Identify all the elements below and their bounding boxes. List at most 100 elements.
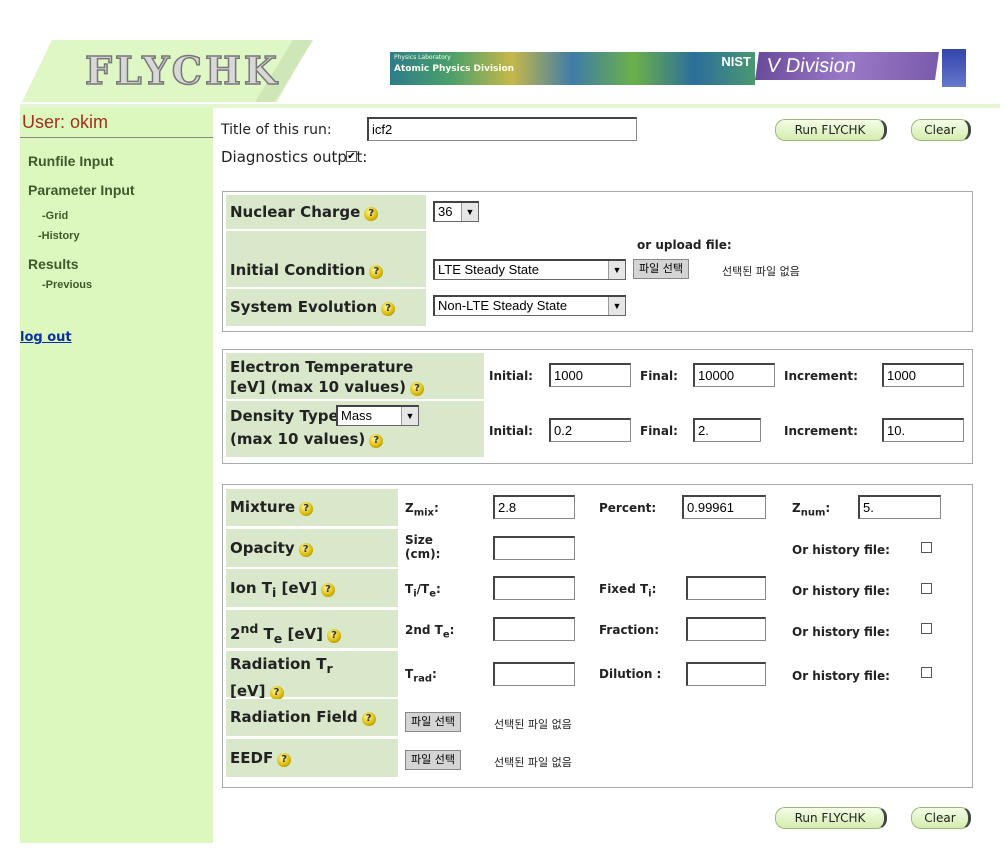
chevron-down-icon: ▼ <box>401 407 418 425</box>
help-icon[interactable]: ? <box>321 583 336 597</box>
density-increment-label: Increment: <box>784 424 858 438</box>
ion-history-label: Or history file: <box>792 584 890 598</box>
help-icon[interactable]: ? <box>277 753 292 767</box>
run-flychk-button[interactable]: Run FLYCHK <box>775 119 887 141</box>
percent-label: Percent: <box>599 501 657 515</box>
trad-input[interactable] <box>493 662 575 686</box>
help-icon[interactable]: ? <box>269 686 284 700</box>
clear-button[interactable]: Clear <box>911 119 971 141</box>
help-icon[interactable]: ? <box>364 207 379 221</box>
clear-button-bottom[interactable]: Clear <box>911 807 971 829</box>
sidebar: User: okim Runfile Input Parameter Input… <box>20 108 213 843</box>
density-initial-input[interactable] <box>549 418 631 442</box>
nuclear-charge-text: Nuclear Charge <box>230 203 361 221</box>
density-label-2: (max 10 values) <box>230 430 366 448</box>
te2-history-checkbox[interactable] <box>921 623 932 634</box>
trad-label: Trad: <box>405 667 437 685</box>
system-evolution-select[interactable]: Non-LTE Steady State ▼ <box>433 295 626 316</box>
density-final-input[interactable] <box>693 418 761 442</box>
system-evolution-text: System Evolution <box>230 298 378 316</box>
ti-te-label: Ti/Te: <box>405 582 441 600</box>
zmix-input[interactable] <box>493 495 575 519</box>
opacity-history-checkbox[interactable] <box>921 542 932 553</box>
sidebar-item-grid[interactable]: -Grid <box>42 210 68 222</box>
v-division-banner[interactable]: V Division <box>755 52 939 80</box>
nuclear-charge-select[interactable]: 36 ▼ <box>433 201 479 222</box>
density-increment-input[interactable] <box>882 418 964 442</box>
radiation-history-checkbox[interactable] <box>921 667 932 678</box>
temp-label-2: [eV] (max 10 values) <box>230 378 406 396</box>
initial-file-button[interactable]: 파일 선택 <box>633 259 689 279</box>
user-label: User: okim <box>20 112 213 138</box>
zmix-label: Zmix: <box>405 501 439 519</box>
temp-final-input[interactable] <box>693 363 775 387</box>
temp-increment-input[interactable] <box>882 363 964 387</box>
fraction-label: Fraction: <box>599 623 659 637</box>
density-type-value: Mass <box>341 408 373 423</box>
banner-division: Atomic Physics Division <box>394 64 515 74</box>
opacity-label: Opacity? <box>226 529 398 567</box>
initial-condition-label: Initial Condition? <box>226 231 426 287</box>
density-type-select[interactable]: Mass ▼ <box>336 405 419 426</box>
help-icon[interactable]: ? <box>410 382 424 396</box>
temp-initial-label: Initial: <box>489 369 533 383</box>
help-icon[interactable]: ? <box>326 629 341 643</box>
logout-link[interactable]: log out <box>20 330 72 345</box>
chevron-down-icon: ▼ <box>608 297 625 315</box>
radiation-field-label: Radiation Field? <box>226 699 398 736</box>
density-label-1: Density Type <box>230 407 339 425</box>
eedf-label: EEDF? <box>226 739 398 777</box>
znum-input[interactable] <box>858 495 941 519</box>
chevron-down-icon: ▼ <box>608 261 625 279</box>
sidebar-item-runfile-input[interactable]: Runfile Input <box>28 153 114 169</box>
lab-logo-icon <box>942 49 966 87</box>
density-final-label: Final: <box>640 424 678 438</box>
radiation-field-file-status: 선택된 파일 없음 <box>494 718 572 731</box>
system-evolution-label: System Evolution? <box>226 289 426 326</box>
percent-input[interactable] <box>682 495 766 519</box>
eedf-file-button[interactable]: 파일 선택 <box>405 750 461 770</box>
fixed-ti-label: Fixed Ti: <box>599 582 657 600</box>
radiation-field-file-button[interactable]: 파일 선택 <box>405 712 461 732</box>
diagnostics-checkbox[interactable]: ✔ <box>346 151 357 162</box>
ion-history-checkbox[interactable] <box>921 583 932 594</box>
help-icon[interactable]: ? <box>381 302 396 316</box>
help-icon[interactable]: ? <box>299 502 314 516</box>
second-te-label: 2nd Te [eV]? <box>226 610 398 648</box>
temp-label-1: Electron Temperature <box>230 358 414 376</box>
sidebar-item-history[interactable]: -History <box>38 230 80 242</box>
fraction-input[interactable] <box>686 617 766 641</box>
mixture-label: Mixture? <box>226 489 398 526</box>
opacity-history-label: Or history file: <box>792 543 890 557</box>
help-icon[interactable]: ? <box>369 265 384 279</box>
title-input[interactable] <box>367 117 637 141</box>
sidebar-item-results[interactable]: Results <box>28 256 79 272</box>
znum-label: Znum: <box>792 501 831 519</box>
help-icon[interactable]: ? <box>361 712 376 726</box>
nuclear-charge-value: 36 <box>438 204 453 219</box>
size-label: Size (cm): <box>405 533 441 561</box>
system-evolution-value: Non-LTE Steady State <box>438 298 568 313</box>
dilution-label: Dilution : <box>599 667 662 681</box>
fixed-ti-input[interactable] <box>686 576 766 600</box>
upload-label: or upload file: <box>637 238 732 252</box>
second-te-input[interactable] <box>493 617 575 641</box>
chevron-down-icon: ▼ <box>461 203 478 221</box>
sidebar-item-parameter-input[interactable]: Parameter Input <box>28 182 135 198</box>
opacity-size-input[interactable] <box>493 536 575 560</box>
run-flychk-button-bottom[interactable]: Run FLYCHK <box>775 807 887 829</box>
initial-condition-text: Initial Condition <box>230 261 366 279</box>
dilution-input[interactable] <box>686 662 766 686</box>
initial-condition-select[interactable]: LTE Steady State ▼ <box>433 259 626 280</box>
initial-file-status: 선택된 파일 없음 <box>722 265 800 278</box>
radiation-temperature-label: Radiation Tr [eV]? <box>226 651 398 700</box>
nist-banner[interactable]: Physics Laboratory Atomic Physics Divisi… <box>390 52 780 85</box>
help-icon[interactable]: ? <box>369 434 384 448</box>
help-icon[interactable]: ? <box>298 543 313 557</box>
temp-initial-input[interactable] <box>549 363 631 387</box>
sidebar-item-previous[interactable]: -Previous <box>42 279 92 291</box>
ti-te-input[interactable] <box>493 576 575 600</box>
eedf-file-status: 선택된 파일 없음 <box>494 756 572 769</box>
electron-temperature-label: Electron Temperature [eV] (max 10 values)… <box>226 353 484 399</box>
density-initial-label: Initial: <box>489 424 533 438</box>
